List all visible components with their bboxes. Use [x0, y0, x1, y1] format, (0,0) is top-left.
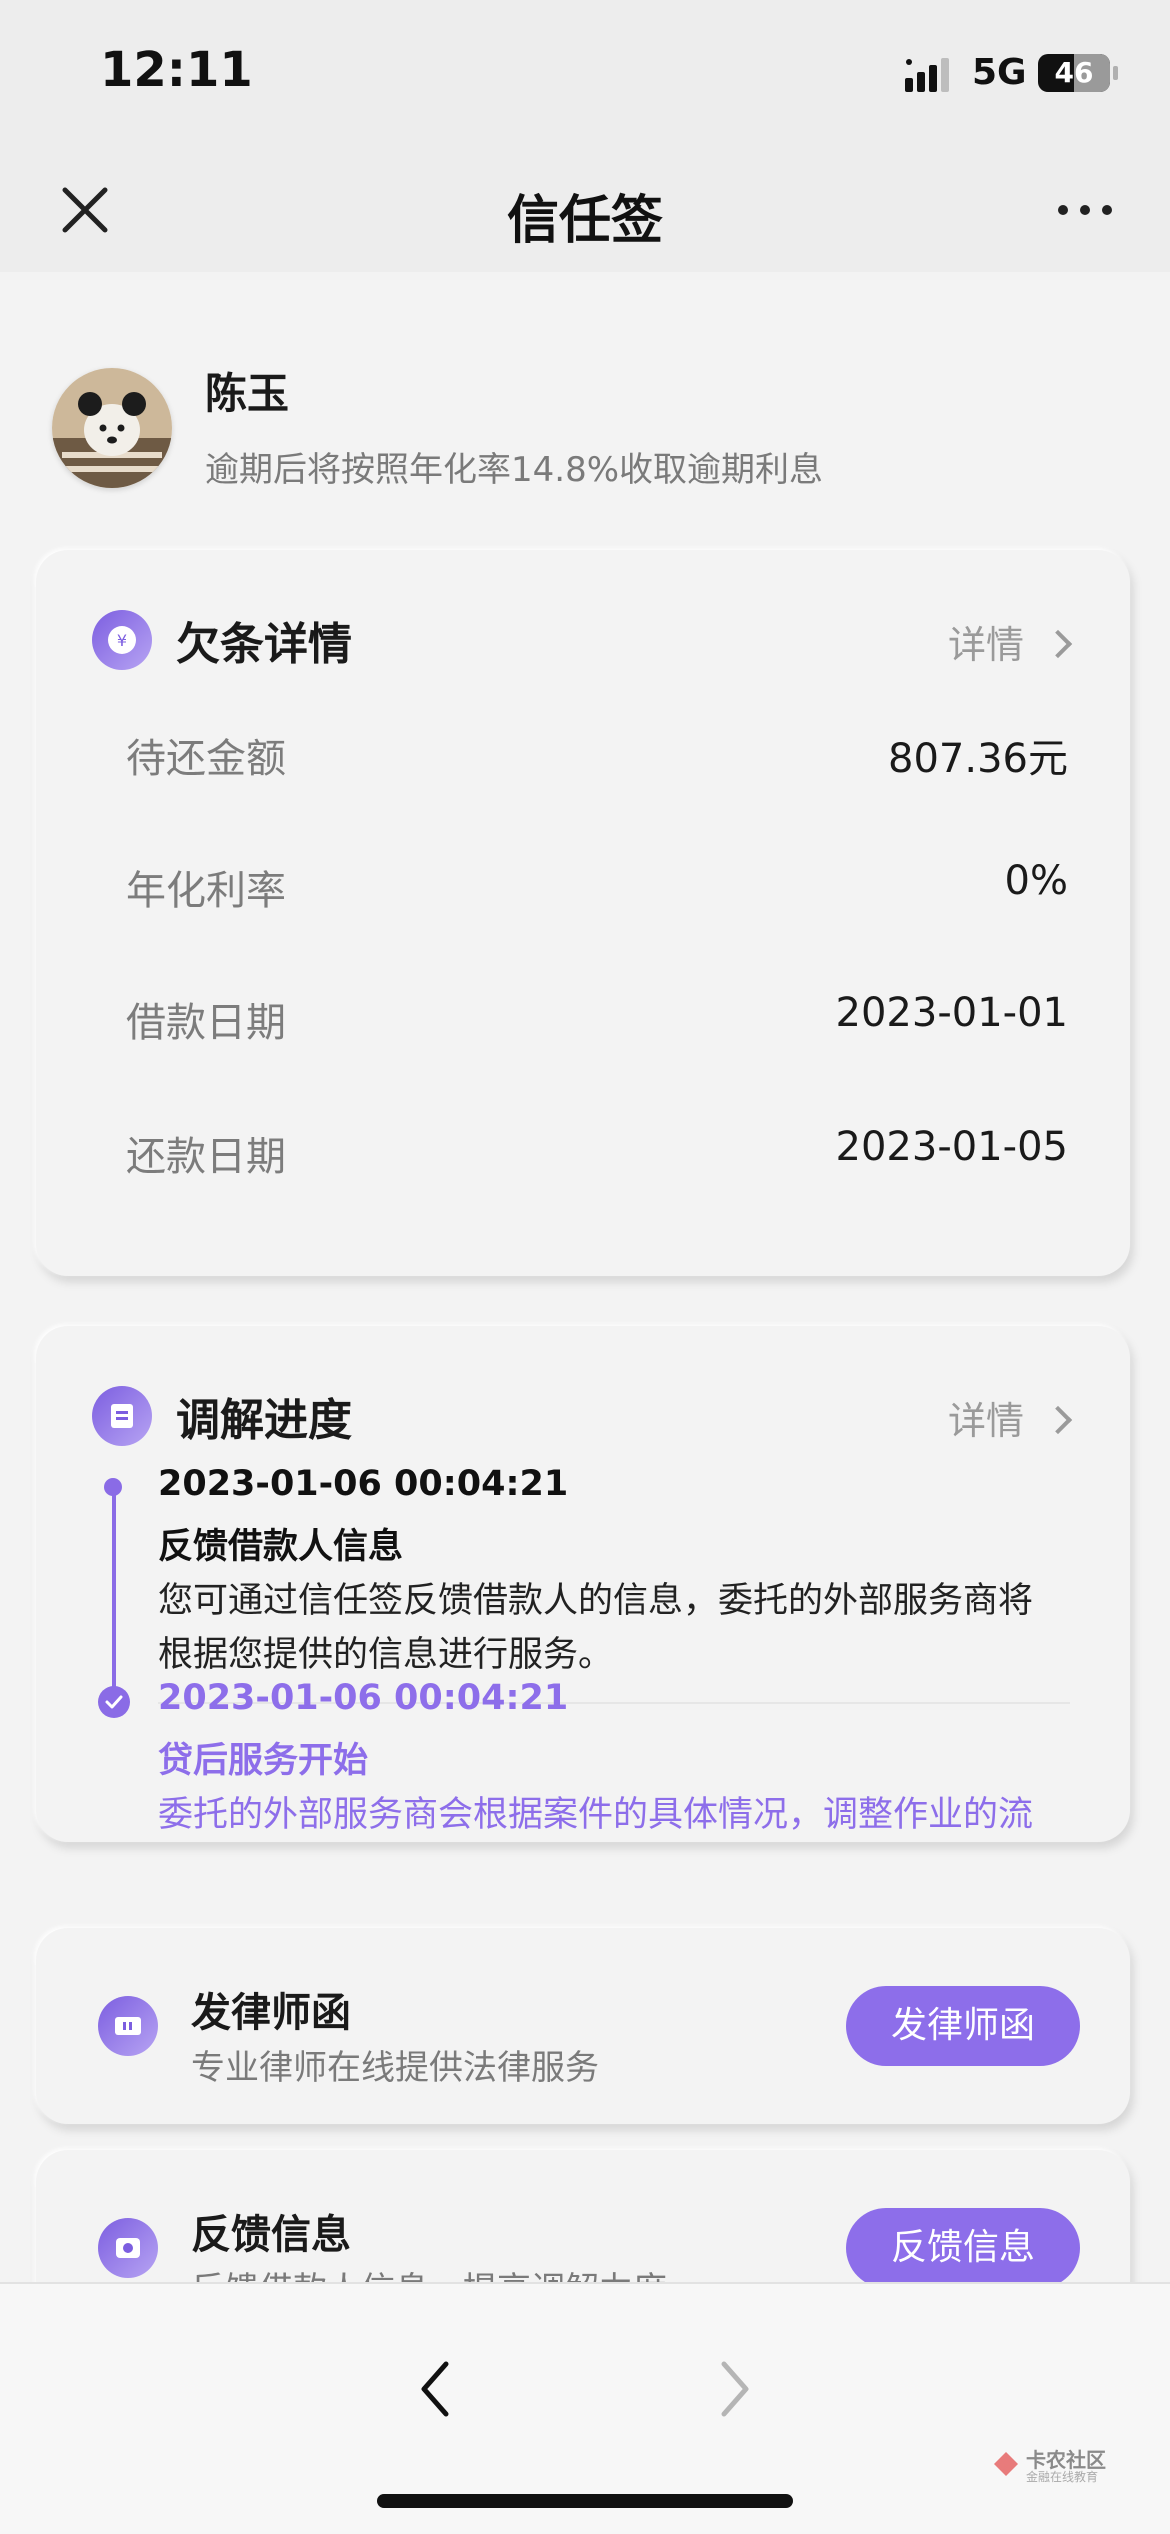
- signal-icon: [905, 58, 949, 92]
- event-time: 2023-01-06 00:04:21: [158, 1678, 569, 1718]
- more-icon[interactable]: [1055, 200, 1115, 220]
- feedback-icon: [98, 2218, 158, 2278]
- service-subtitle: 反馈借款人信息，提高调解力度: [191, 2262, 667, 2282]
- debt-detail-link-label: 详情: [947, 623, 1024, 667]
- back-arrow-icon[interactable]: [410, 2354, 460, 2424]
- document-icon: [92, 1386, 152, 1446]
- mediation-detail-link[interactable]: 详情: [947, 1390, 1073, 1445]
- service-subtitle: 专业律师在线提供法律服务: [191, 2048, 599, 2088]
- battery-level: 46: [1054, 56, 1094, 89]
- overdue-note: 逾期后将按照年化率14.8%收取逾期利息: [205, 450, 824, 490]
- status-bar: 12:11 5G 46: [0, 0, 1170, 150]
- event-desc-line: 您可通过信任签反馈借款人的信息，委托的外部服务商将: [158, 1581, 1034, 1621]
- amount-value: 807.36元: [888, 736, 1068, 782]
- rate-label: 年化利率: [126, 868, 286, 914]
- status-time: 12:11: [100, 42, 253, 98]
- event-time: 2023-01-06 00:04:21: [158, 1464, 569, 1504]
- mediation-card: 调解进度 详情 2023-01-06 00:04:21 反馈借款人信息 您可通过…: [36, 1326, 1130, 1842]
- home-indicator[interactable]: [377, 2494, 793, 2508]
- page-title: 信任签: [506, 191, 663, 251]
- nav-bar: 信任签: [0, 150, 1170, 272]
- debt-card-title: 欠条详情: [176, 619, 352, 670]
- loan-date-label: 借款日期: [126, 1000, 286, 1046]
- debt-detail-link[interactable]: 详情: [947, 614, 1073, 669]
- feedback-card: 反馈信息 反馈借款人信息，提高调解力度 反馈信息: [36, 2150, 1130, 2282]
- mediation-card-title: 调解进度: [176, 1395, 352, 1446]
- amount-label: 待还金额: [126, 736, 286, 782]
- event-title: 贷后服务开始: [158, 1741, 369, 1781]
- event-desc-line: 委托的外部服务商会根据案件的具体情况，调整作业的流: [158, 1795, 1034, 1835]
- watermark-subtitle: 金融在线教育: [1026, 2470, 1099, 2484]
- repay-date-value: 2023-01-05: [835, 1124, 1068, 1170]
- timeline-dot: [104, 1478, 122, 1496]
- check-icon: [98, 1686, 130, 1718]
- service-title: 发律师函: [191, 1990, 351, 2036]
- loan-date-value: 2023-01-01: [835, 990, 1068, 1036]
- battery-icon: 46: [1038, 54, 1110, 92]
- event-desc-line: 根据您提供的信息进行服务。: [158, 1635, 614, 1675]
- network-type: 5G: [972, 52, 1027, 93]
- avatar-image: [52, 368, 172, 488]
- yuan-icon: ¥: [92, 610, 152, 670]
- avatar: [52, 368, 172, 488]
- lawyer-letter-card: 发律师函 专业律师在线提供法律服务 发律师函: [36, 1928, 1130, 2124]
- forward-arrow-icon[interactable]: [710, 2354, 760, 2424]
- letter-icon: [98, 1996, 158, 2056]
- svg-text:¥: ¥: [117, 631, 127, 650]
- watermark-logo-icon: [994, 2452, 1018, 2476]
- chevron-right-icon: [1043, 1405, 1073, 1434]
- feedback-button[interactable]: 反馈信息: [846, 2208, 1080, 2282]
- send-lawyer-letter-button[interactable]: 发律师函: [846, 1986, 1080, 2066]
- service-title: 反馈信息: [191, 2212, 351, 2258]
- event-title: 反馈借款人信息: [158, 1527, 404, 1567]
- bottom-nav-bar: 卡农社区 金融在线教育: [0, 2282, 1170, 2534]
- battery-cap: [1113, 66, 1118, 80]
- page-content: 陈玉 逾期后将按照年化率14.8%收取逾期利息 ¥ 欠条详情 详情 待还金额 8…: [0, 272, 1170, 2282]
- chevron-right-icon: [1043, 629, 1073, 658]
- timeline-line: [112, 1484, 116, 1704]
- user-name: 陈玉: [205, 369, 290, 418]
- repay-date-label: 还款日期: [126, 1134, 286, 1180]
- mediation-detail-link-label: 详情: [947, 1399, 1024, 1443]
- debt-detail-card: ¥ 欠条详情 详情 待还金额 807.36元 年化利率 0% 借款日期 2023…: [36, 550, 1130, 1276]
- rate-value: 0%: [1004, 858, 1068, 904]
- watermark: 卡农社区 金融在线教育: [990, 2444, 1140, 2484]
